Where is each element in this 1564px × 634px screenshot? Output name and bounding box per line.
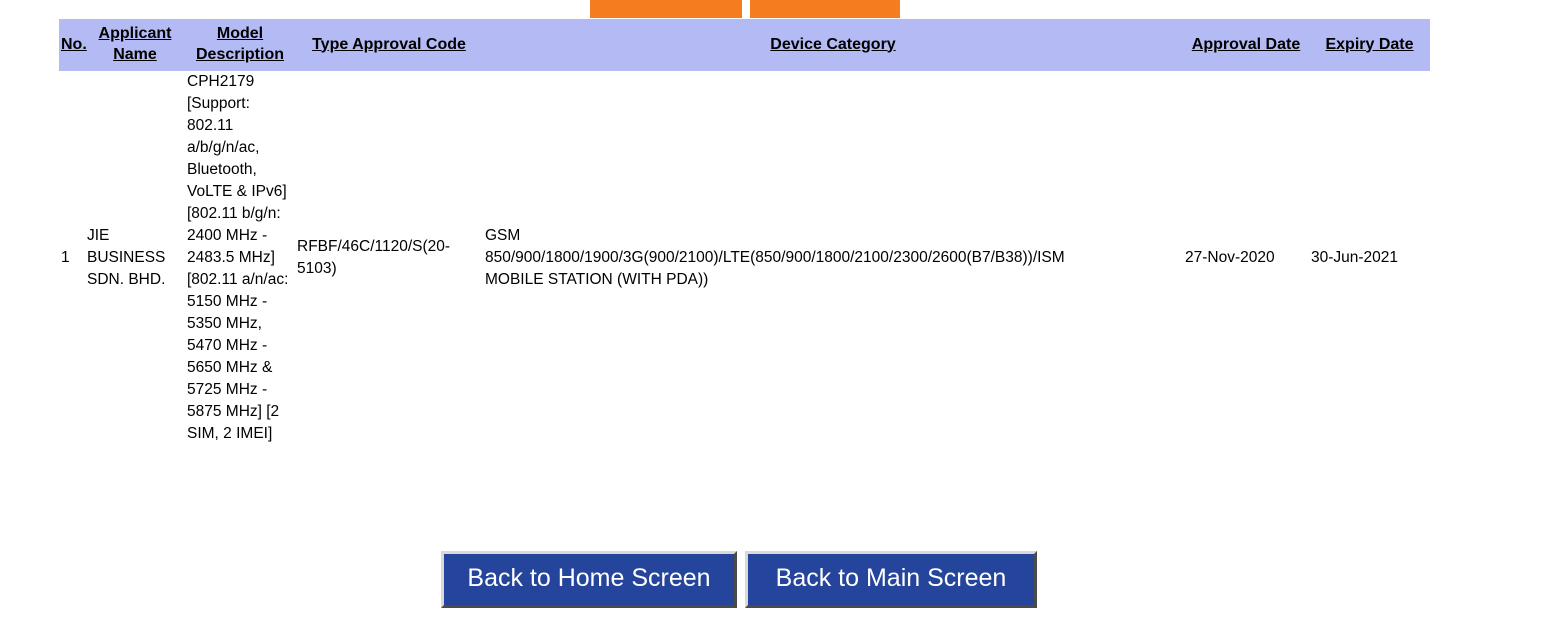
back-to-home-screen-button[interactable]: Back to Home Screen [441,551,737,608]
cell-no: 1 [61,249,70,266]
column-header-type-approval-code[interactable]: Type Approval Code [295,19,483,71]
device-category-line-1: GSM [485,227,521,244]
cell-applicant-name: JIE BUSINESS SDN. BHD. [87,227,166,288]
column-header-expiry-date[interactable]: Expiry Date [1309,19,1430,71]
device-category-line-3: MOBILE STATION (WITH PDA)) [485,271,709,288]
approval-results-table: No. Applicant Name Model Description Typ… [59,19,1430,445]
cell-type-approval-code: RFBF/46C/1120/S(20-5103) [297,238,451,277]
column-header-applicant-name[interactable]: Applicant Name [85,19,185,71]
cell-device-category: GSM 850/900/1800/1900/3G(900/2100)/LTE(8… [483,71,1183,445]
cell-expiry-date: 30-Jun-2021 [1311,249,1399,266]
column-header-device-category[interactable]: Device Category [483,19,1183,71]
back-to-main-screen-button[interactable]: Back to Main Screen [745,551,1037,608]
column-header-approval-date[interactable]: Approval Date [1183,19,1309,71]
orange-banner-segment-left [590,0,742,18]
device-category-line-2: 850/900/1800/1900/3G(900/2100)/LTE(850/9… [485,249,1065,266]
orange-banner-segment-right [750,0,900,18]
results-table-container: No. Applicant Name Model Description Typ… [59,19,1430,445]
cell-model-description: CPH2179 [Support: 802.11 a/b/g/n/ac, Blu… [187,73,289,442]
column-header-model-description[interactable]: Model Description [185,19,295,71]
table-row: 1 JIE BUSINESS SDN. BHD. CPH2179 [Suppor… [59,71,1430,445]
device-category-text: GSM 850/900/1800/1900/3G(900/2100)/LTE(8… [485,225,1185,291]
column-header-approval-date-label: Approval Date [1191,35,1301,53]
column-header-no-label: No. [61,35,87,53]
column-header-model-description-label: Model Description [195,25,284,63]
column-header-type-approval-code-label: Type Approval Code [312,35,466,53]
column-header-applicant-name-label: Applicant Name [98,25,172,63]
column-header-device-category-label: Device Category [770,35,896,53]
column-header-expiry-date-label: Expiry Date [1325,35,1414,53]
table-header-row: No. Applicant Name Model Description Typ… [59,19,1430,71]
cell-approval-date: 27-Nov-2020 [1185,249,1275,266]
footer-button-row: Back to Home Screen Back to Main Screen [441,551,1037,608]
column-header-no[interactable]: No. [59,19,87,71]
